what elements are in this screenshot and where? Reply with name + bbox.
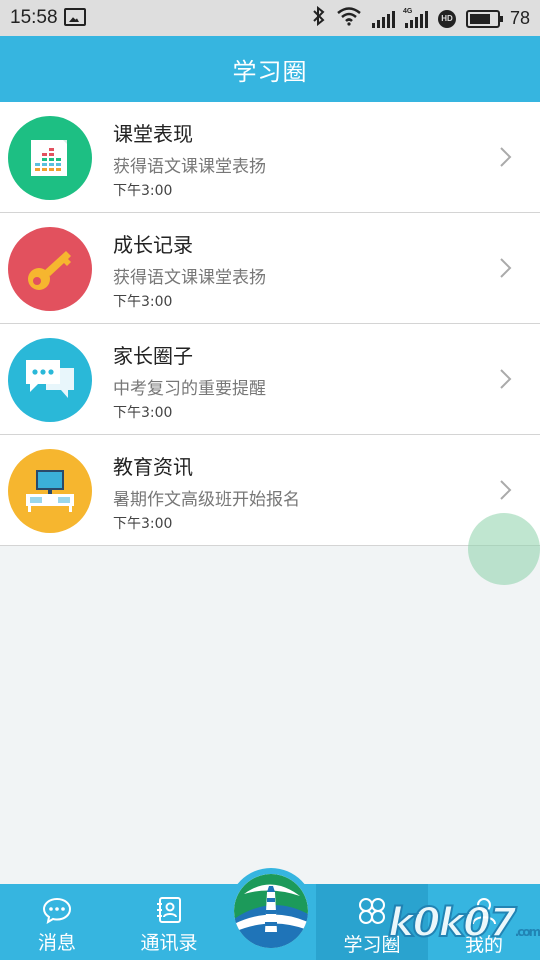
page-title: 学习圈 xyxy=(232,57,308,86)
screenshot-notification-icon xyxy=(64,8,86,26)
item-title: 教育资讯 xyxy=(113,455,193,479)
item-title: 家长圈子 xyxy=(113,344,193,368)
battery-percent: 78 xyxy=(509,8,530,28)
feature-list: 课堂表现 获得语文课课堂表扬 下午3:00 成长记录 获得语文课课堂表扬 下午3… xyxy=(0,102,540,546)
tab-label: 消息 xyxy=(37,932,76,954)
center-home-button[interactable] xyxy=(228,868,314,954)
item-subtitle: 中考复习的重要提醒 xyxy=(113,379,266,399)
wifi-icon xyxy=(336,6,362,31)
item-subtitle: 获得语文课课堂表扬 xyxy=(113,268,266,288)
chevron-right-icon xyxy=(500,369,512,389)
item-time: 下午3:00 xyxy=(113,516,173,532)
item-subtitle: 获得语文课课堂表扬 xyxy=(113,157,266,177)
chevron-right-icon xyxy=(500,258,512,278)
item-subtitle: 暑期作文高级班开始报名 xyxy=(113,490,300,510)
status-indicators: 4G HD 78 xyxy=(312,5,530,31)
signal-4g-icon: 4G xyxy=(403,8,428,28)
item-title: 成长记录 xyxy=(113,233,193,257)
hd-voice-icon: HD xyxy=(437,9,456,28)
bar-chart-icon xyxy=(31,140,67,176)
tab-label: 通讯录 xyxy=(140,932,198,954)
list-item-growth[interactable]: 成长记录 获得语文课课堂表扬 下午3:00 xyxy=(0,213,540,324)
status-bar: 15:58 4G HD 78 xyxy=(0,0,540,36)
item-time: 下午3:00 xyxy=(113,183,173,199)
item-time: 下午3:00 xyxy=(113,405,173,421)
key-icon xyxy=(28,251,71,290)
item-icon-circle xyxy=(8,449,92,533)
bluetooth-icon xyxy=(312,5,326,31)
monitor-icon xyxy=(26,470,74,512)
tab-messages[interactable]: 消息 xyxy=(0,884,114,960)
tab-contacts[interactable]: 通讯录 xyxy=(114,884,224,960)
title-bar: 学习圈 xyxy=(0,36,540,102)
signal-icon xyxy=(371,10,395,28)
battery-icon xyxy=(465,9,503,28)
contacts-icon xyxy=(157,897,181,923)
lighthouse-icon xyxy=(234,874,308,948)
list-item-education-news[interactable]: 教育资讯 暑期作文高级班开始报名 下午3:00 xyxy=(0,435,540,546)
lighthouse-logo xyxy=(234,874,308,948)
status-time: 15:58 xyxy=(10,7,58,28)
clover-icon xyxy=(359,898,385,924)
item-icon-circle xyxy=(8,338,92,422)
item-icon-circle xyxy=(8,227,92,311)
message-icon xyxy=(42,897,72,924)
chevron-right-icon xyxy=(500,147,512,167)
item-title: 课堂表现 xyxy=(113,122,193,146)
list-item-parents[interactable]: 家长圈子 中考复习的重要提醒 下午3:00 xyxy=(0,324,540,435)
list-item-classroom[interactable]: 课堂表现 获得语文课课堂表扬 下午3:00 xyxy=(0,102,540,213)
watermark: k0k07.com xyxy=(387,899,540,947)
chat-bubbles-icon xyxy=(26,360,74,398)
chevron-right-icon xyxy=(500,480,512,500)
item-icon-circle xyxy=(8,116,92,200)
item-time: 下午3:00 xyxy=(113,294,173,310)
floating-touch-button[interactable] xyxy=(468,513,540,585)
